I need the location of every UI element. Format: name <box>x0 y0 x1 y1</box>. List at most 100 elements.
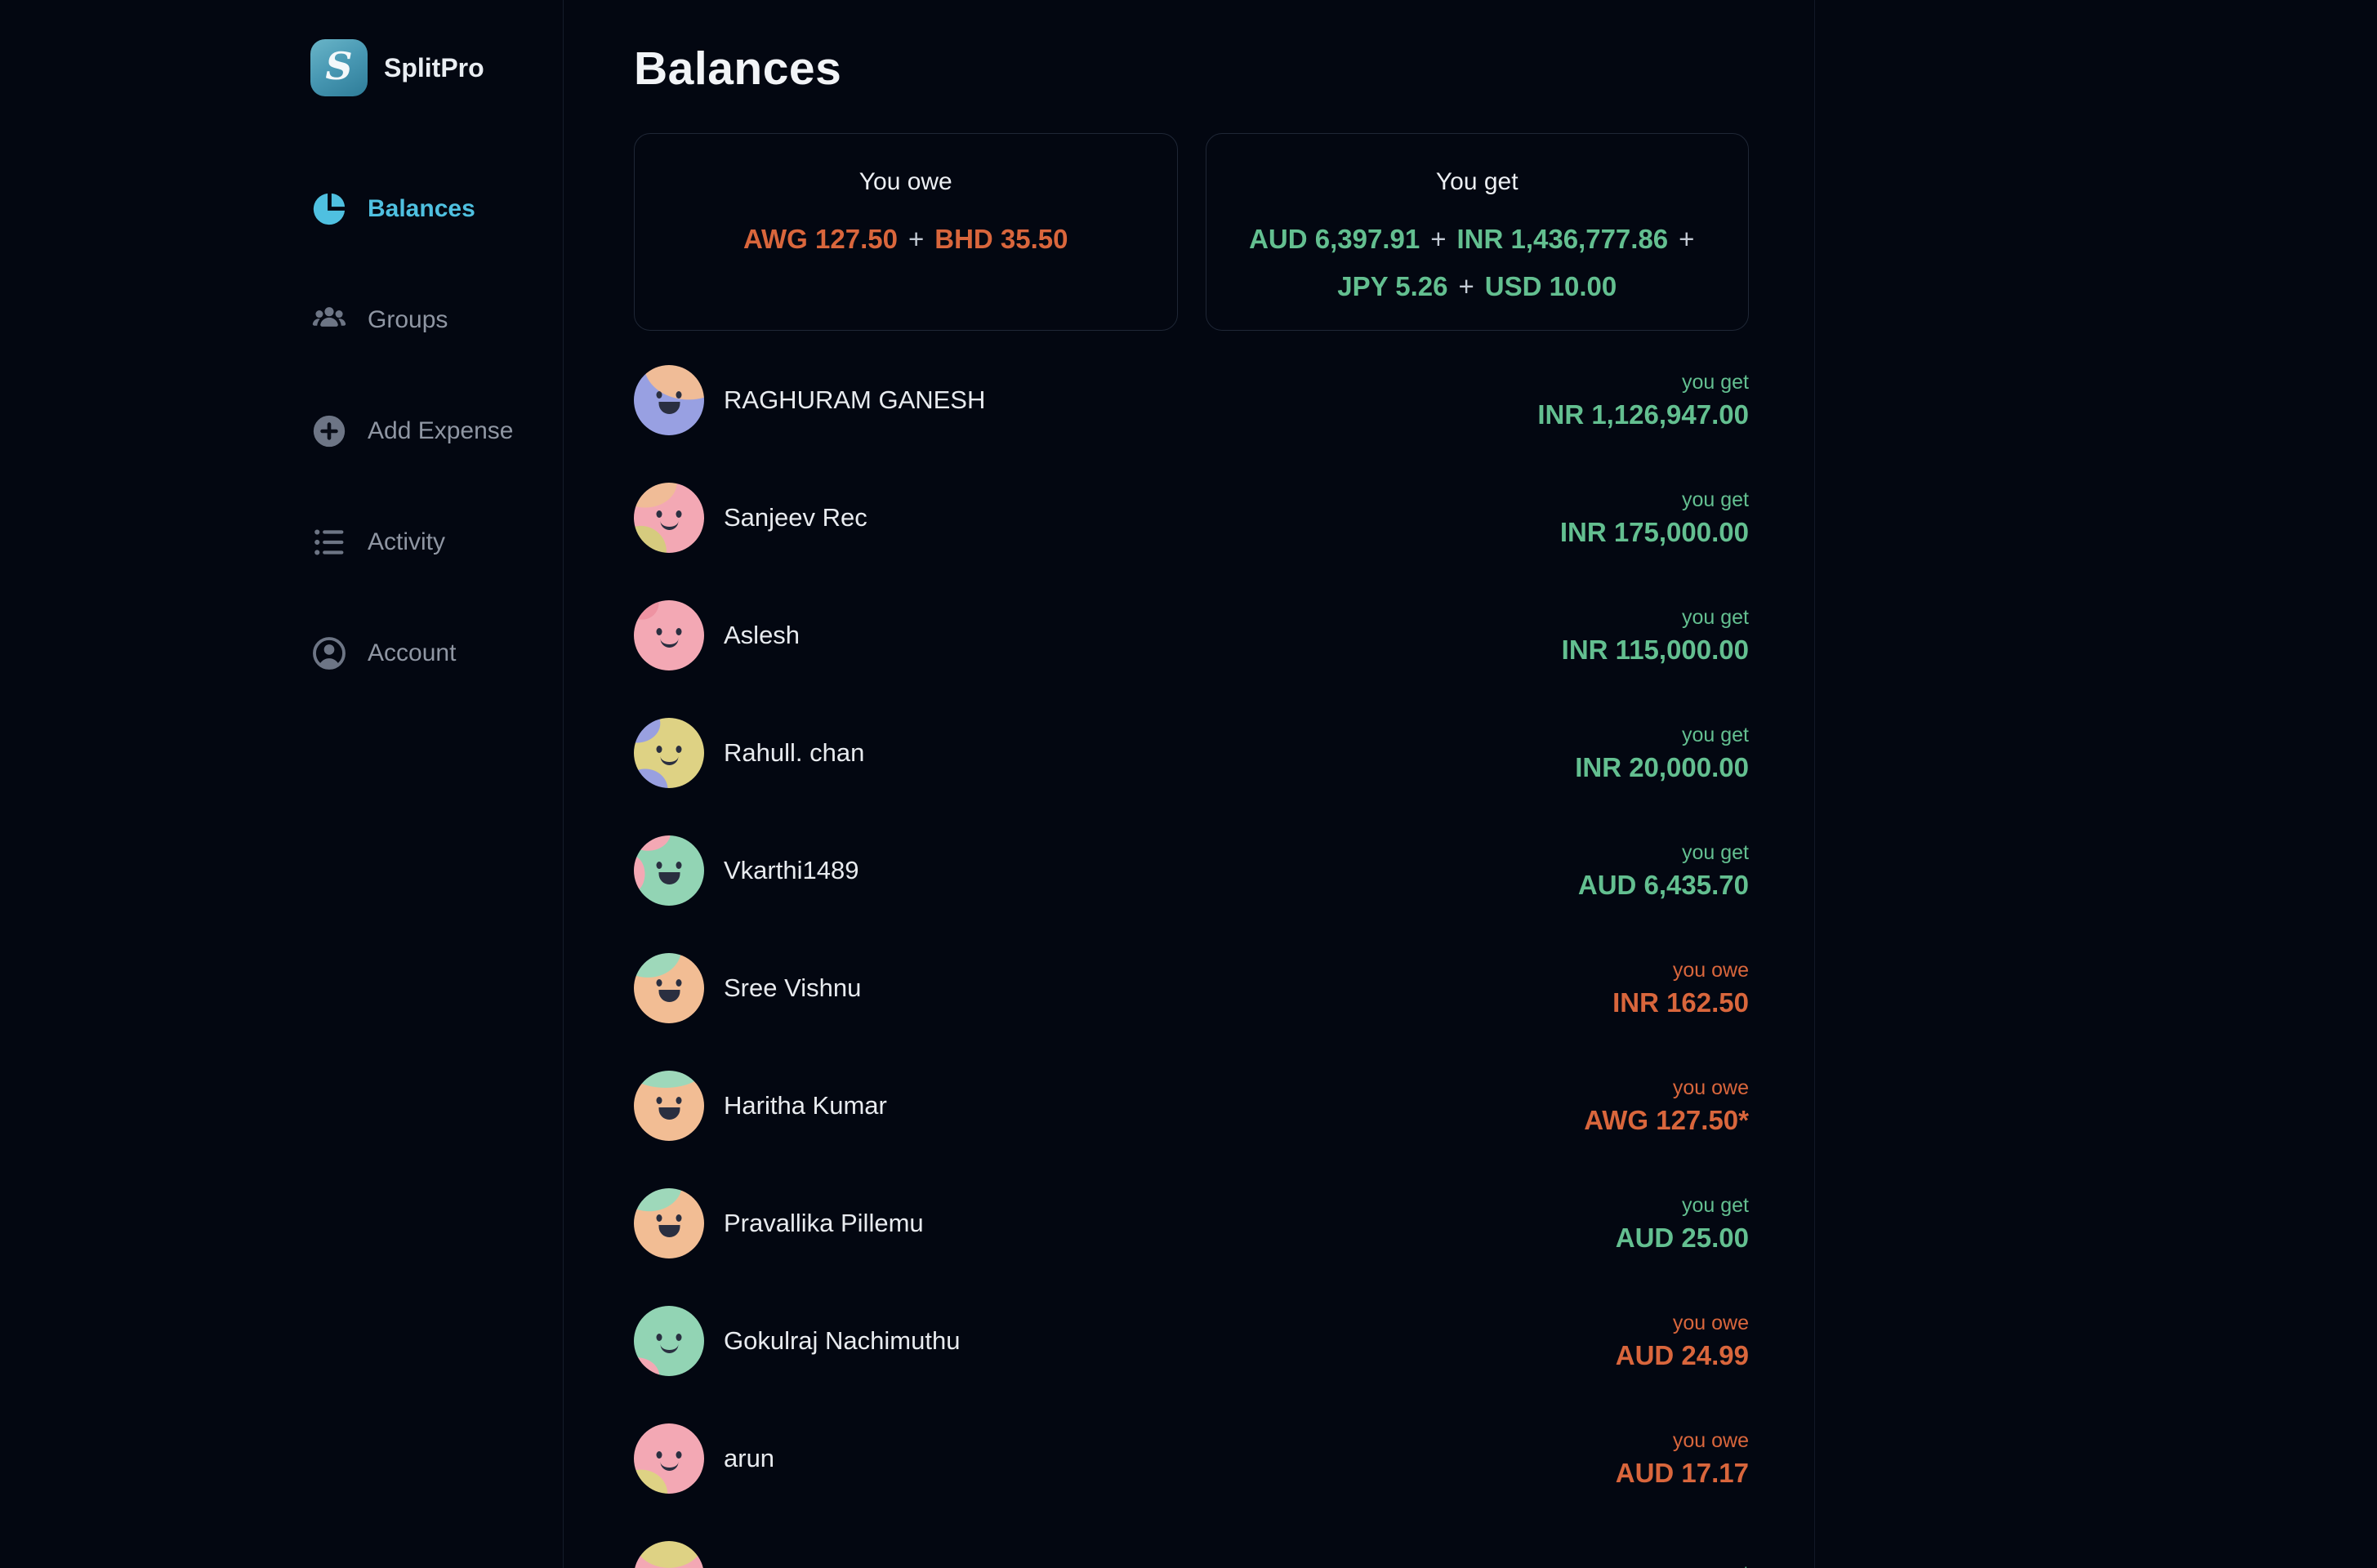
friend-avatar <box>634 718 704 788</box>
friend-row[interactable]: you get <box>634 1517 1749 1568</box>
friend-name: Rahull. chan <box>724 738 864 768</box>
app-brand[interactable]: S SplitPro <box>310 39 563 96</box>
balance-amount: AWG 127.50* <box>1584 1105 1749 1136</box>
you-get-title: You get <box>1206 168 1749 196</box>
friend-name: arun <box>724 1444 774 1473</box>
friend-avatar <box>634 483 704 553</box>
summary-cards: You owe AWG 127.50+BHD 35.50 You get AUD… <box>634 133 1749 331</box>
avatar-face-icon <box>657 746 682 765</box>
friend-balance: you get <box>1682 1562 1749 1568</box>
currency-amount: USD 10.00 <box>1485 263 1617 310</box>
friend-row[interactable]: Rahull. chan you get INR 20,000.00 <box>634 694 1749 812</box>
friend-balance: you owe AUD 17.17 <box>1616 1429 1749 1489</box>
balance-direction-label: you owe <box>1616 1429 1749 1453</box>
sidebar-item-label: Balances <box>368 195 475 223</box>
balance-amount: INR 175,000.00 <box>1560 517 1749 548</box>
balance-amount: AUD 17.17 <box>1616 1458 1749 1489</box>
page-title: Balances <box>634 46 1749 92</box>
friend-name: RAGHURAM GANESH <box>724 385 985 415</box>
friend-name: Pravallika Pillemu <box>724 1209 924 1238</box>
plus-separator: + <box>1679 216 1694 263</box>
activity-list-icon <box>310 523 348 561</box>
friend-row[interactable]: Gokulraj Nachimuthu you owe AUD 24.99 <box>634 1282 1749 1400</box>
currency-amount: AWG 127.50 <box>743 216 898 263</box>
balance-direction-label: you owe <box>1612 959 1749 982</box>
sidebar-item-label: Add Expense <box>368 417 513 445</box>
friend-name: Gokulraj Nachimuthu <box>724 1326 960 1356</box>
avatar-face-icon <box>657 1214 682 1237</box>
friend-row[interactable]: arun you owe AUD 17.17 <box>634 1400 1749 1517</box>
currency-amount: AUD 6,397.91 <box>1249 216 1420 263</box>
avatar-face-icon <box>657 510 682 530</box>
plus-separator: + <box>908 216 924 263</box>
users-icon <box>310 301 348 339</box>
balance-direction-label: you get <box>1537 371 1749 394</box>
plus-circle-icon <box>310 412 348 450</box>
sidebar-item-add-expense[interactable]: Add Expense <box>310 408 563 454</box>
friend-avatar <box>634 600 704 670</box>
balance-amount: INR 20,000.00 <box>1575 752 1749 783</box>
balance-direction-label: you get <box>1682 1562 1749 1568</box>
friends-list: RAGHURAM GANESH you get INR 1,126,947.00… <box>634 341 1749 1568</box>
friend-row[interactable]: Sanjeev Rec you get INR 175,000.00 <box>634 459 1749 577</box>
balance-amount: INR 162.50 <box>1612 987 1749 1018</box>
user-icon <box>310 635 348 672</box>
balance-amount: INR 115,000.00 <box>1562 635 1749 666</box>
balance-amount: AUD 25.00 <box>1616 1223 1749 1254</box>
plus-separator: + <box>1458 263 1474 310</box>
friend-row[interactable]: Haritha Kumar you owe AWG 127.50* <box>634 1047 1749 1165</box>
avatar-face-icon <box>657 1451 682 1471</box>
avatar-face-icon <box>657 628 682 648</box>
friend-avatar <box>634 1423 704 1494</box>
currency-amount: JPY 5.26 <box>1337 263 1447 310</box>
friend-balance: you owe INR 162.50 <box>1612 959 1749 1018</box>
friend-row[interactable]: Vkarthi1489 you get AUD 6,435.70 <box>634 812 1749 929</box>
balance-direction-label: you get <box>1575 724 1749 747</box>
balance-direction-label: you get <box>1616 1194 1749 1218</box>
friend-row[interactable]: Pravallika Pillemu you get AUD 25.00 <box>634 1165 1749 1282</box>
balance-amount: AUD 24.99 <box>1616 1340 1749 1371</box>
sidebar-item-balances[interactable]: Balances <box>310 186 563 232</box>
friend-row[interactable]: Aslesh you get INR 115,000.00 <box>634 577 1749 694</box>
sidebar-item-activity[interactable]: Activity <box>310 519 563 565</box>
avatar-face-icon <box>657 1097 682 1120</box>
friend-balance: you get INR 1,126,947.00 <box>1537 371 1749 430</box>
currency-amount: BHD 35.50 <box>934 216 1068 263</box>
friend-row[interactable]: RAGHURAM GANESH you get INR 1,126,947.00 <box>634 341 1749 459</box>
sidebar-item-groups[interactable]: Groups <box>310 297 563 343</box>
sidebar: S SplitPro Balances <box>0 0 564 1568</box>
friend-avatar <box>634 1541 704 1568</box>
friend-avatar <box>634 365 704 435</box>
balance-amount: INR 1,126,947.00 <box>1537 399 1749 430</box>
avatar-face-icon <box>657 979 682 1002</box>
sidebar-item-label: Groups <box>368 306 448 334</box>
avatar-face-icon <box>657 1334 682 1353</box>
balance-direction-label: you owe <box>1616 1312 1749 1335</box>
balance-direction-label: you get <box>1562 606 1749 630</box>
you-get-amounts: AUD 6,397.91+INR 1,436,777.86+JPY 5.26+U… <box>1230 216 1724 310</box>
plus-separator: + <box>1430 216 1446 263</box>
friend-row[interactable]: Sree Vishnu you owe INR 162.50 <box>634 929 1749 1047</box>
friend-name: Aslesh <box>724 621 800 650</box>
friend-balance: you owe AUD 24.99 <box>1616 1312 1749 1371</box>
friend-name: Sanjeev Rec <box>724 503 867 532</box>
friend-avatar <box>634 953 704 1023</box>
friend-balance: you get INR 175,000.00 <box>1560 488 1749 548</box>
sidebar-item-account[interactable]: Account <box>310 630 563 676</box>
avatar-face-icon <box>657 391 682 414</box>
friend-balance: you get INR 20,000.00 <box>1575 724 1749 783</box>
friend-balance: you owe AWG 127.50* <box>1584 1076 1749 1136</box>
friend-avatar <box>634 1306 704 1376</box>
sidebar-item-label: Account <box>368 639 456 667</box>
you-owe-card: You owe AWG 127.50+BHD 35.50 <box>634 133 1178 331</box>
balance-amount: AUD 6,435.70 <box>1578 870 1749 901</box>
you-owe-title: You owe <box>635 168 1177 196</box>
main-content: Balances You owe AWG 127.50+BHD 35.50 Yo… <box>564 0 1815 1568</box>
friend-balance: you get INR 115,000.00 <box>1562 606 1749 666</box>
balance-direction-label: you get <box>1560 488 1749 512</box>
app-logo: S <box>310 39 368 96</box>
you-get-card: You get AUD 6,397.91+INR 1,436,777.86+JP… <box>1206 133 1750 331</box>
friend-balance: you get AUD 6,435.70 <box>1578 841 1749 901</box>
friend-avatar <box>634 835 704 906</box>
sidebar-nav: Balances Groups <box>310 186 563 676</box>
